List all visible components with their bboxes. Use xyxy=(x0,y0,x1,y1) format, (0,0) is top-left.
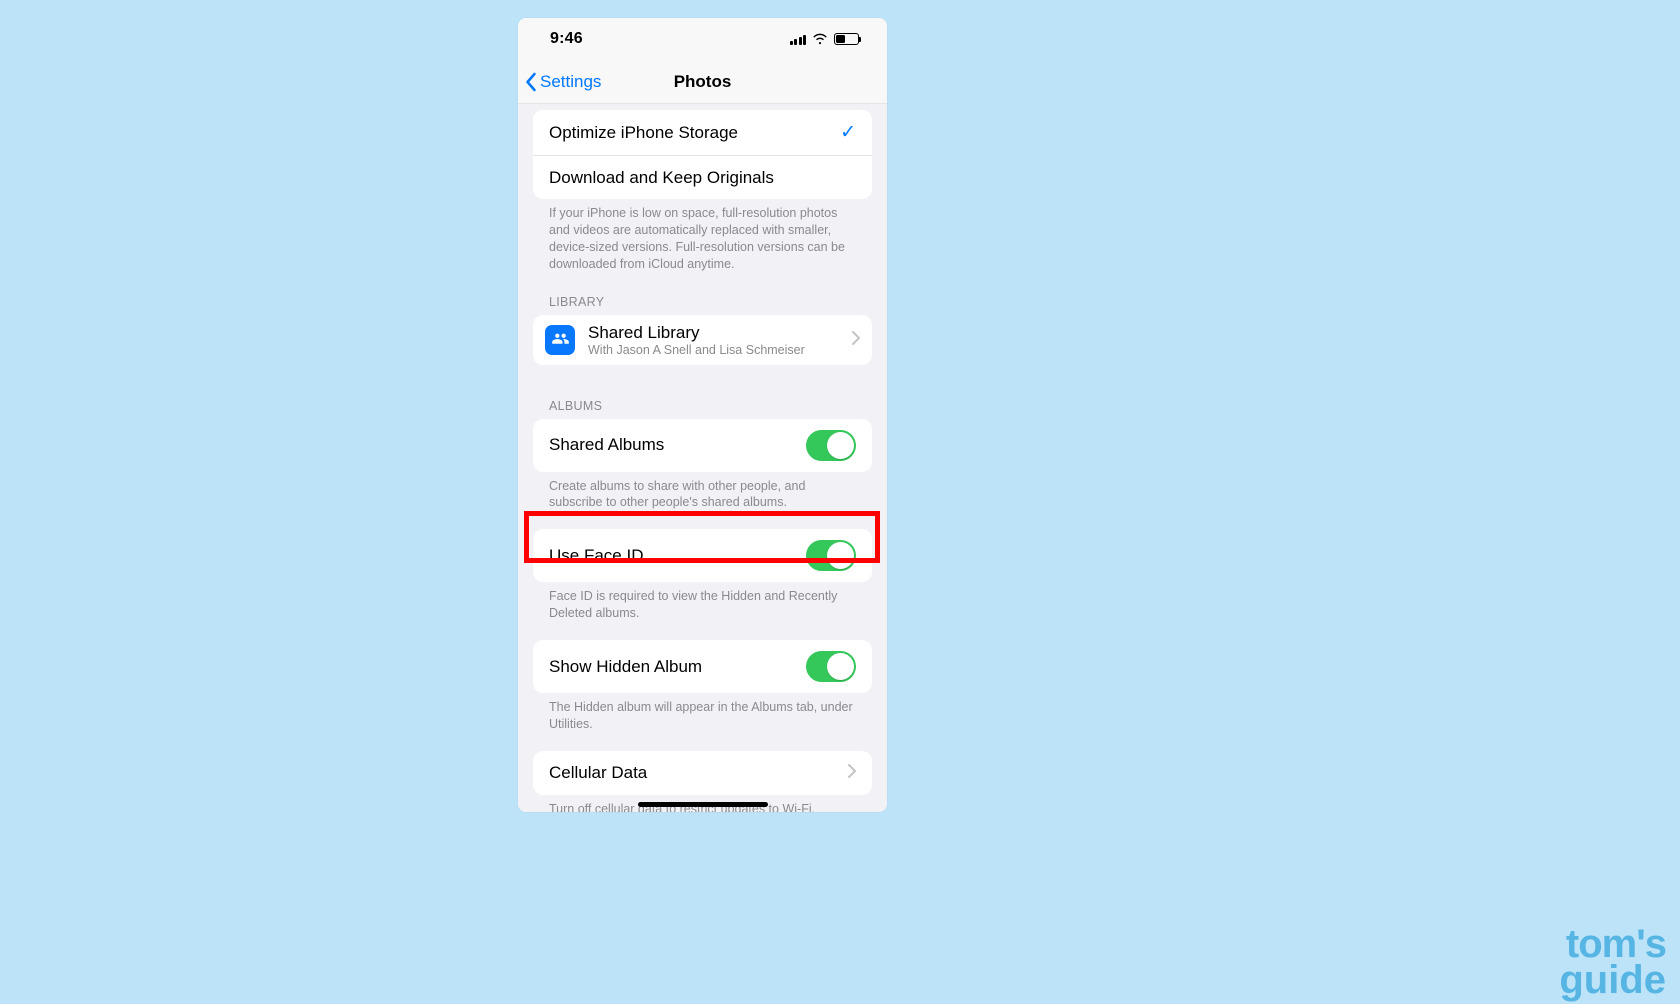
albums-header: ALBUMS xyxy=(533,365,872,419)
shared-albums-toggle[interactable] xyxy=(806,430,856,461)
settings-content: Optimize iPhone Storage ✓ Download and K… xyxy=(518,110,887,812)
row-optimize-storage[interactable]: Optimize iPhone Storage ✓ xyxy=(533,110,872,155)
row-label: Use Face ID xyxy=(549,546,643,566)
chevron-right-icon xyxy=(848,763,856,783)
row-label: Optimize iPhone Storage xyxy=(549,123,738,143)
hidden-album-footer: The Hidden album will appear in the Albu… xyxy=(533,693,872,733)
chevron-right-icon xyxy=(852,330,860,350)
storage-footer: If your iPhone is low on space, full-res… xyxy=(533,199,872,273)
row-use-face-id[interactable]: Use Face ID xyxy=(533,529,872,582)
hidden-album-toggle[interactable] xyxy=(806,651,856,682)
row-download-originals[interactable]: Download and Keep Originals xyxy=(533,155,872,199)
shared-library-subtitle: With Jason A Snell and Lisa Schmeiser xyxy=(588,343,805,357)
iphone-frame: 9:46 Settings Photos Optimize iPhone Sto… xyxy=(518,18,887,812)
status-indicators xyxy=(790,33,860,45)
row-show-hidden-album[interactable]: Show Hidden Album xyxy=(533,640,872,693)
shared-albums-footer: Create albums to share with other people… xyxy=(533,472,872,512)
wifi-icon xyxy=(812,33,828,45)
row-shared-library[interactable]: Shared Library With Jason A Snell and Li… xyxy=(533,315,872,365)
status-bar: 9:46 xyxy=(518,18,887,60)
battery-icon xyxy=(834,33,859,45)
shared-library-icon xyxy=(545,325,575,355)
face-id-toggle[interactable] xyxy=(806,540,856,571)
checkmark-icon: ✓ xyxy=(840,121,856,144)
row-label: Download and Keep Originals xyxy=(549,168,774,188)
watermark-line-1: tom's xyxy=(1559,926,1666,962)
nav-bar: Settings Photos xyxy=(518,60,887,104)
cellular-signal-icon xyxy=(790,34,807,45)
row-label: Cellular Data xyxy=(549,763,647,783)
shared-library-title: Shared Library xyxy=(588,323,805,343)
row-label: Shared Albums xyxy=(549,435,664,455)
watermark-logo: tom's guide xyxy=(1559,926,1666,998)
row-shared-albums[interactable]: Shared Albums xyxy=(533,419,872,472)
status-time: 9:46 xyxy=(550,30,583,48)
watermark-line-2: guide xyxy=(1559,962,1666,998)
page-title: Photos xyxy=(518,72,887,92)
row-label: Show Hidden Album xyxy=(549,657,702,677)
face-id-footer: Face ID is required to view the Hidden a… xyxy=(533,582,872,622)
row-cellular-data[interactable]: Cellular Data xyxy=(533,751,872,795)
library-header: LIBRARY xyxy=(533,273,872,315)
home-indicator xyxy=(638,802,768,807)
